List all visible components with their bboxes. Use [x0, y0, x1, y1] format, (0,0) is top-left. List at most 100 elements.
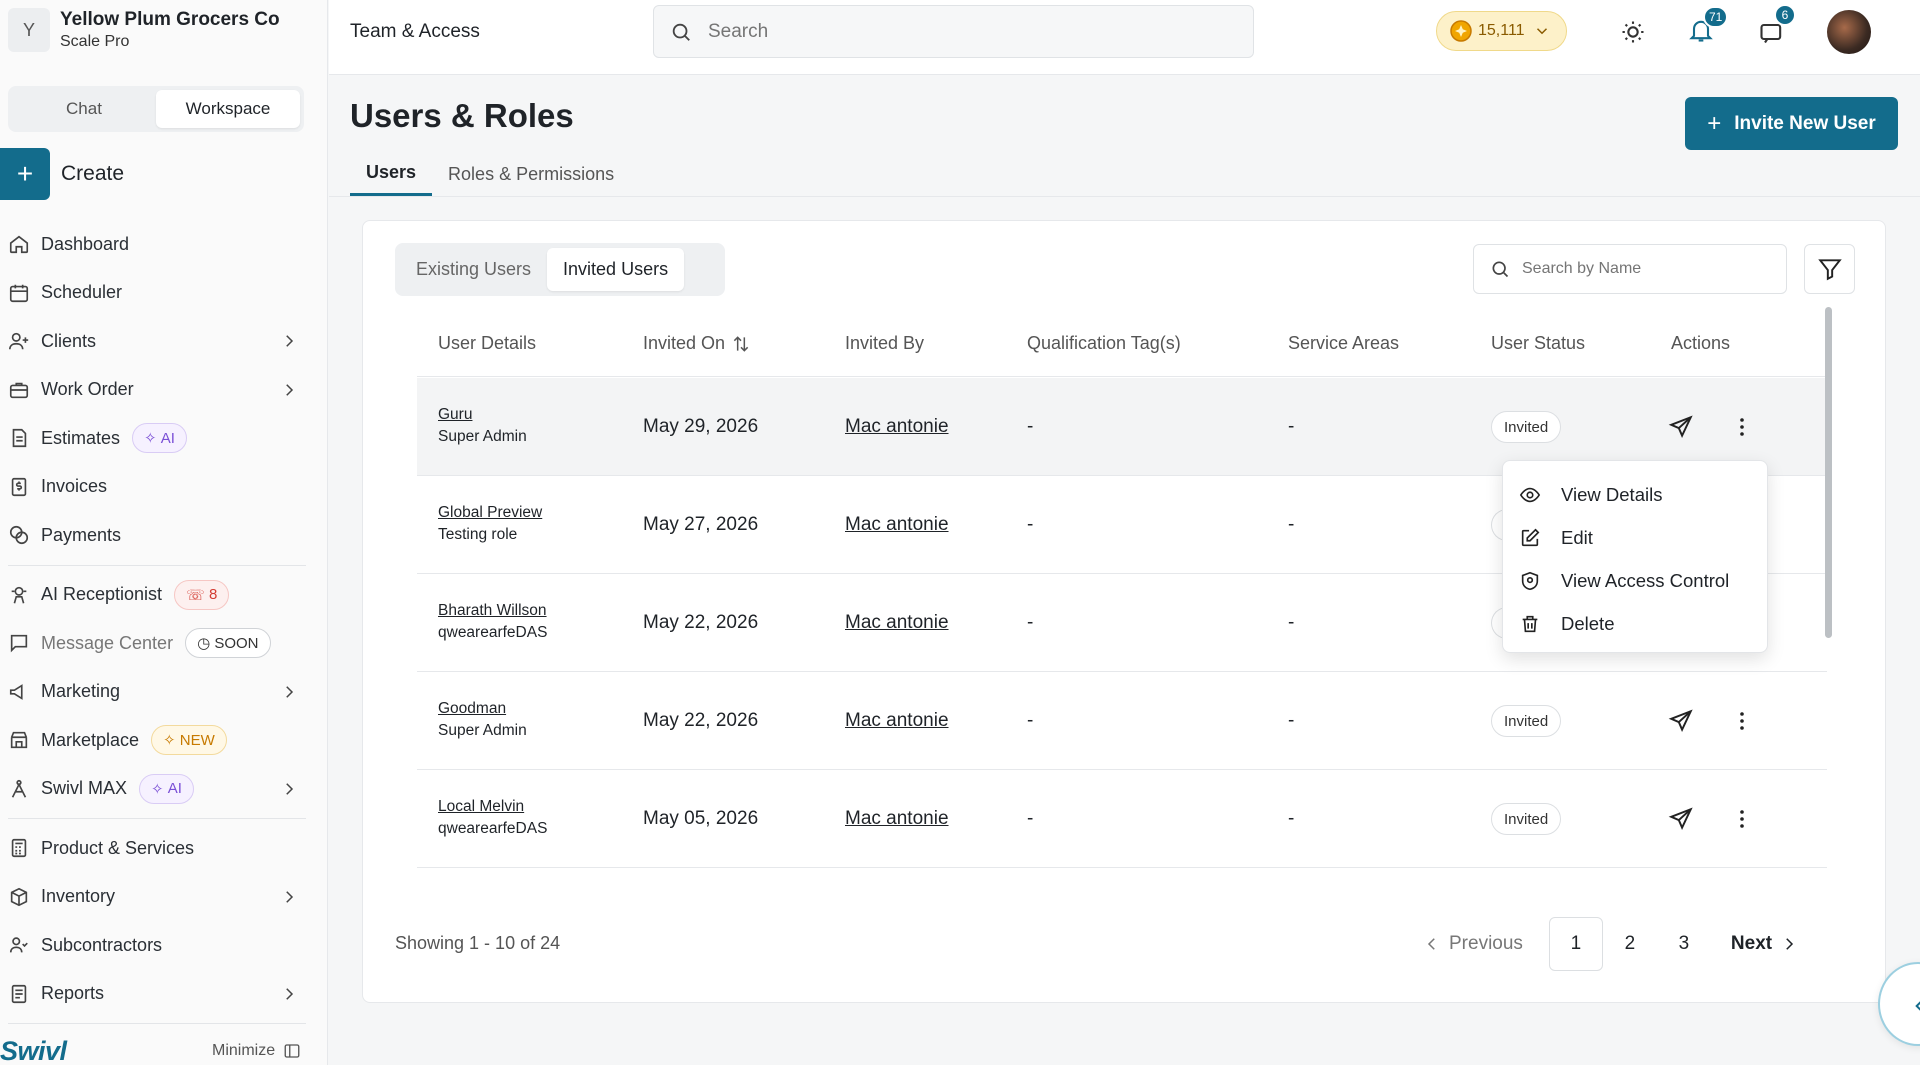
more-vertical-icon[interactable] [1730, 415, 1754, 439]
service-areas: - [1288, 808, 1295, 829]
name-search-input[interactable] [1522, 260, 1772, 278]
sidebar-item-message-center[interactable]: Message Center ◷ SOON [0, 619, 310, 668]
sidebar-item-payments[interactable]: Payments [0, 511, 310, 560]
sidebar-item-subcontractors[interactable]: Subcontractors [0, 921, 310, 970]
sidebar-item-scheduler[interactable]: Scheduler [0, 269, 310, 318]
menu-item-delete[interactable]: Delete [1503, 602, 1767, 645]
sidebar-item-dashboard[interactable]: Dashboard [0, 220, 310, 269]
send-icon[interactable] [1668, 708, 1694, 734]
chevron-left-icon [1427, 938, 1435, 950]
more-vertical-icon[interactable] [1730, 709, 1754, 733]
sidebar-item-estimates[interactable]: Estimates ✧ AI [0, 414, 310, 463]
invited-on: May 22, 2026 [643, 710, 759, 731]
sidebar-item-swivl-max[interactable]: Swivl MAX ✧ AI [0, 765, 310, 814]
soon-badge: ◷ SOON [185, 628, 271, 659]
page-2-button[interactable]: 2 [1603, 917, 1657, 971]
invited-by-link[interactable]: Mac antonie [845, 710, 949, 732]
user-name-link[interactable]: Goodman [438, 700, 506, 718]
invited-by-link[interactable]: Mac antonie [845, 612, 949, 634]
table-row[interactable]: Goodman Super Admin May 22, 2026 Mac ant… [417, 672, 1827, 770]
sidebar-item-marketplace[interactable]: Marketplace ✧ NEW [0, 716, 310, 765]
org-switcher[interactable]: Y Yellow Plum Grocers Co Scale Pro [8, 8, 280, 52]
sun-icon[interactable] [1619, 18, 1647, 46]
ai-badge: ✧ AI [132, 423, 187, 454]
user-name-link[interactable]: Global Preview [438, 504, 542, 522]
invited-on: May 05, 2026 [643, 808, 759, 829]
sidebar-item-clients[interactable]: Clients [0, 317, 310, 366]
sidebar-item-label: AI Receptionist [41, 584, 163, 605]
home-icon [9, 235, 29, 254]
sidebar-item-reports[interactable]: Reports [0, 970, 310, 1019]
next-page-button[interactable]: Next [1731, 933, 1798, 955]
sidebar-item-work-order[interactable]: Work Order [0, 366, 310, 415]
more-vertical-icon[interactable] [1730, 807, 1754, 831]
max-icon [11, 779, 27, 798]
section-title: Team & Access [350, 21, 480, 42]
filter-button[interactable] [1804, 244, 1855, 294]
coins-balance-button[interactable]: 15,111 [1436, 11, 1567, 51]
brand-logo: Swivl [0, 1036, 67, 1065]
eye-icon [1519, 487, 1541, 502]
tab-users[interactable]: Users [350, 152, 433, 196]
sidebar-item-ai-receptionist[interactable]: AI Receptionist ☏ 8 [0, 571, 310, 620]
sidebar-item-label: Scheduler [41, 282, 123, 303]
sidebar-item-label: Clients [41, 330, 97, 351]
notifications-button[interactable]: 71 [1687, 6, 1729, 46]
notifications-count-badge: 71 [1703, 6, 1729, 28]
sidebar-item-label: Payments [41, 524, 122, 545]
minimize-button[interactable]: Minimize [212, 1042, 301, 1060]
page-1-button[interactable]: 1 [1548, 917, 1603, 971]
menu-item-edit[interactable]: Edit [1503, 516, 1767, 559]
tab-invited-users[interactable]: Invited Users [547, 248, 685, 291]
mode-chat-button[interactable]: Chat [12, 90, 156, 128]
mode-workspace-button[interactable]: Workspace [156, 90, 300, 128]
briefcase-icon [9, 382, 29, 398]
tab-existing-users[interactable]: Existing Users [400, 248, 547, 291]
column-header-invited-on[interactable]: Invited On [643, 333, 751, 354]
sidebar-item-label: Message Center [41, 632, 174, 653]
status-badge: Invited [1491, 705, 1562, 737]
invited-by-link[interactable]: Mac antonie [845, 514, 949, 536]
invited-by-link[interactable]: Mac antonie [845, 416, 949, 438]
column-header: Invited By [845, 333, 925, 353]
user-plus-icon [9, 333, 29, 350]
sidebar-item-marketing[interactable]: Marketing [0, 668, 310, 717]
report-icon [11, 984, 27, 1003]
plus-icon: + [0, 148, 50, 200]
messages-count-badge: 6 [1774, 4, 1796, 26]
menu-item-view-access-control[interactable]: View Access Control [1503, 559, 1767, 602]
user-name-link[interactable]: Guru [438, 406, 472, 424]
chevron-right-icon [286, 782, 294, 795]
previous-page-button[interactable]: Previous [1423, 933, 1523, 955]
sidebar-item-invoices[interactable]: Invoices [0, 463, 310, 512]
search-input[interactable] [708, 20, 1208, 43]
user-name-link[interactable]: Local Melvin [438, 798, 524, 816]
send-icon[interactable] [1668, 414, 1694, 440]
user-name-link[interactable]: Bharath Willson [438, 602, 547, 620]
service-areas: - [1288, 612, 1295, 633]
invite-new-user-button[interactable]: + Invite New User [1685, 97, 1898, 150]
divider [8, 1023, 306, 1024]
sidebar-panel-icon [284, 1044, 300, 1058]
menu-item-view-details[interactable]: View Details [1503, 473, 1767, 516]
invited-by-link[interactable]: Mac antonie [845, 808, 949, 830]
table-scrollbar[interactable] [1825, 307, 1832, 638]
showing-count: Showing 1 - 10 of 24 [395, 933, 561, 953]
tab-roles-permissions[interactable]: Roles & Permissions [432, 152, 630, 196]
sort-icon [733, 335, 749, 352]
sidebar-item-inventory[interactable]: Inventory [0, 873, 310, 922]
table-row[interactable]: Local Melvin qwearearfeDAS May 05, 2026 … [417, 770, 1827, 868]
sidebar-item-label: Swivl MAX [41, 778, 128, 799]
user-avatar[interactable] [1827, 10, 1871, 54]
global-search[interactable] [653, 5, 1254, 58]
messages-button[interactable]: 6 [1758, 4, 1796, 46]
qualification-tags: - [1027, 808, 1034, 829]
service-areas: - [1288, 710, 1295, 731]
page-3-button[interactable]: 3 [1657, 917, 1711, 971]
sidebar-item-label: Product & Services [41, 837, 195, 858]
send-icon[interactable] [1668, 806, 1694, 832]
sidebar-item-product-services[interactable]: Product & Services [0, 824, 310, 873]
user-role: qwearearfeDAS [438, 820, 548, 837]
create-button[interactable]: + Create [0, 148, 124, 200]
name-search[interactable] [1473, 244, 1787, 294]
